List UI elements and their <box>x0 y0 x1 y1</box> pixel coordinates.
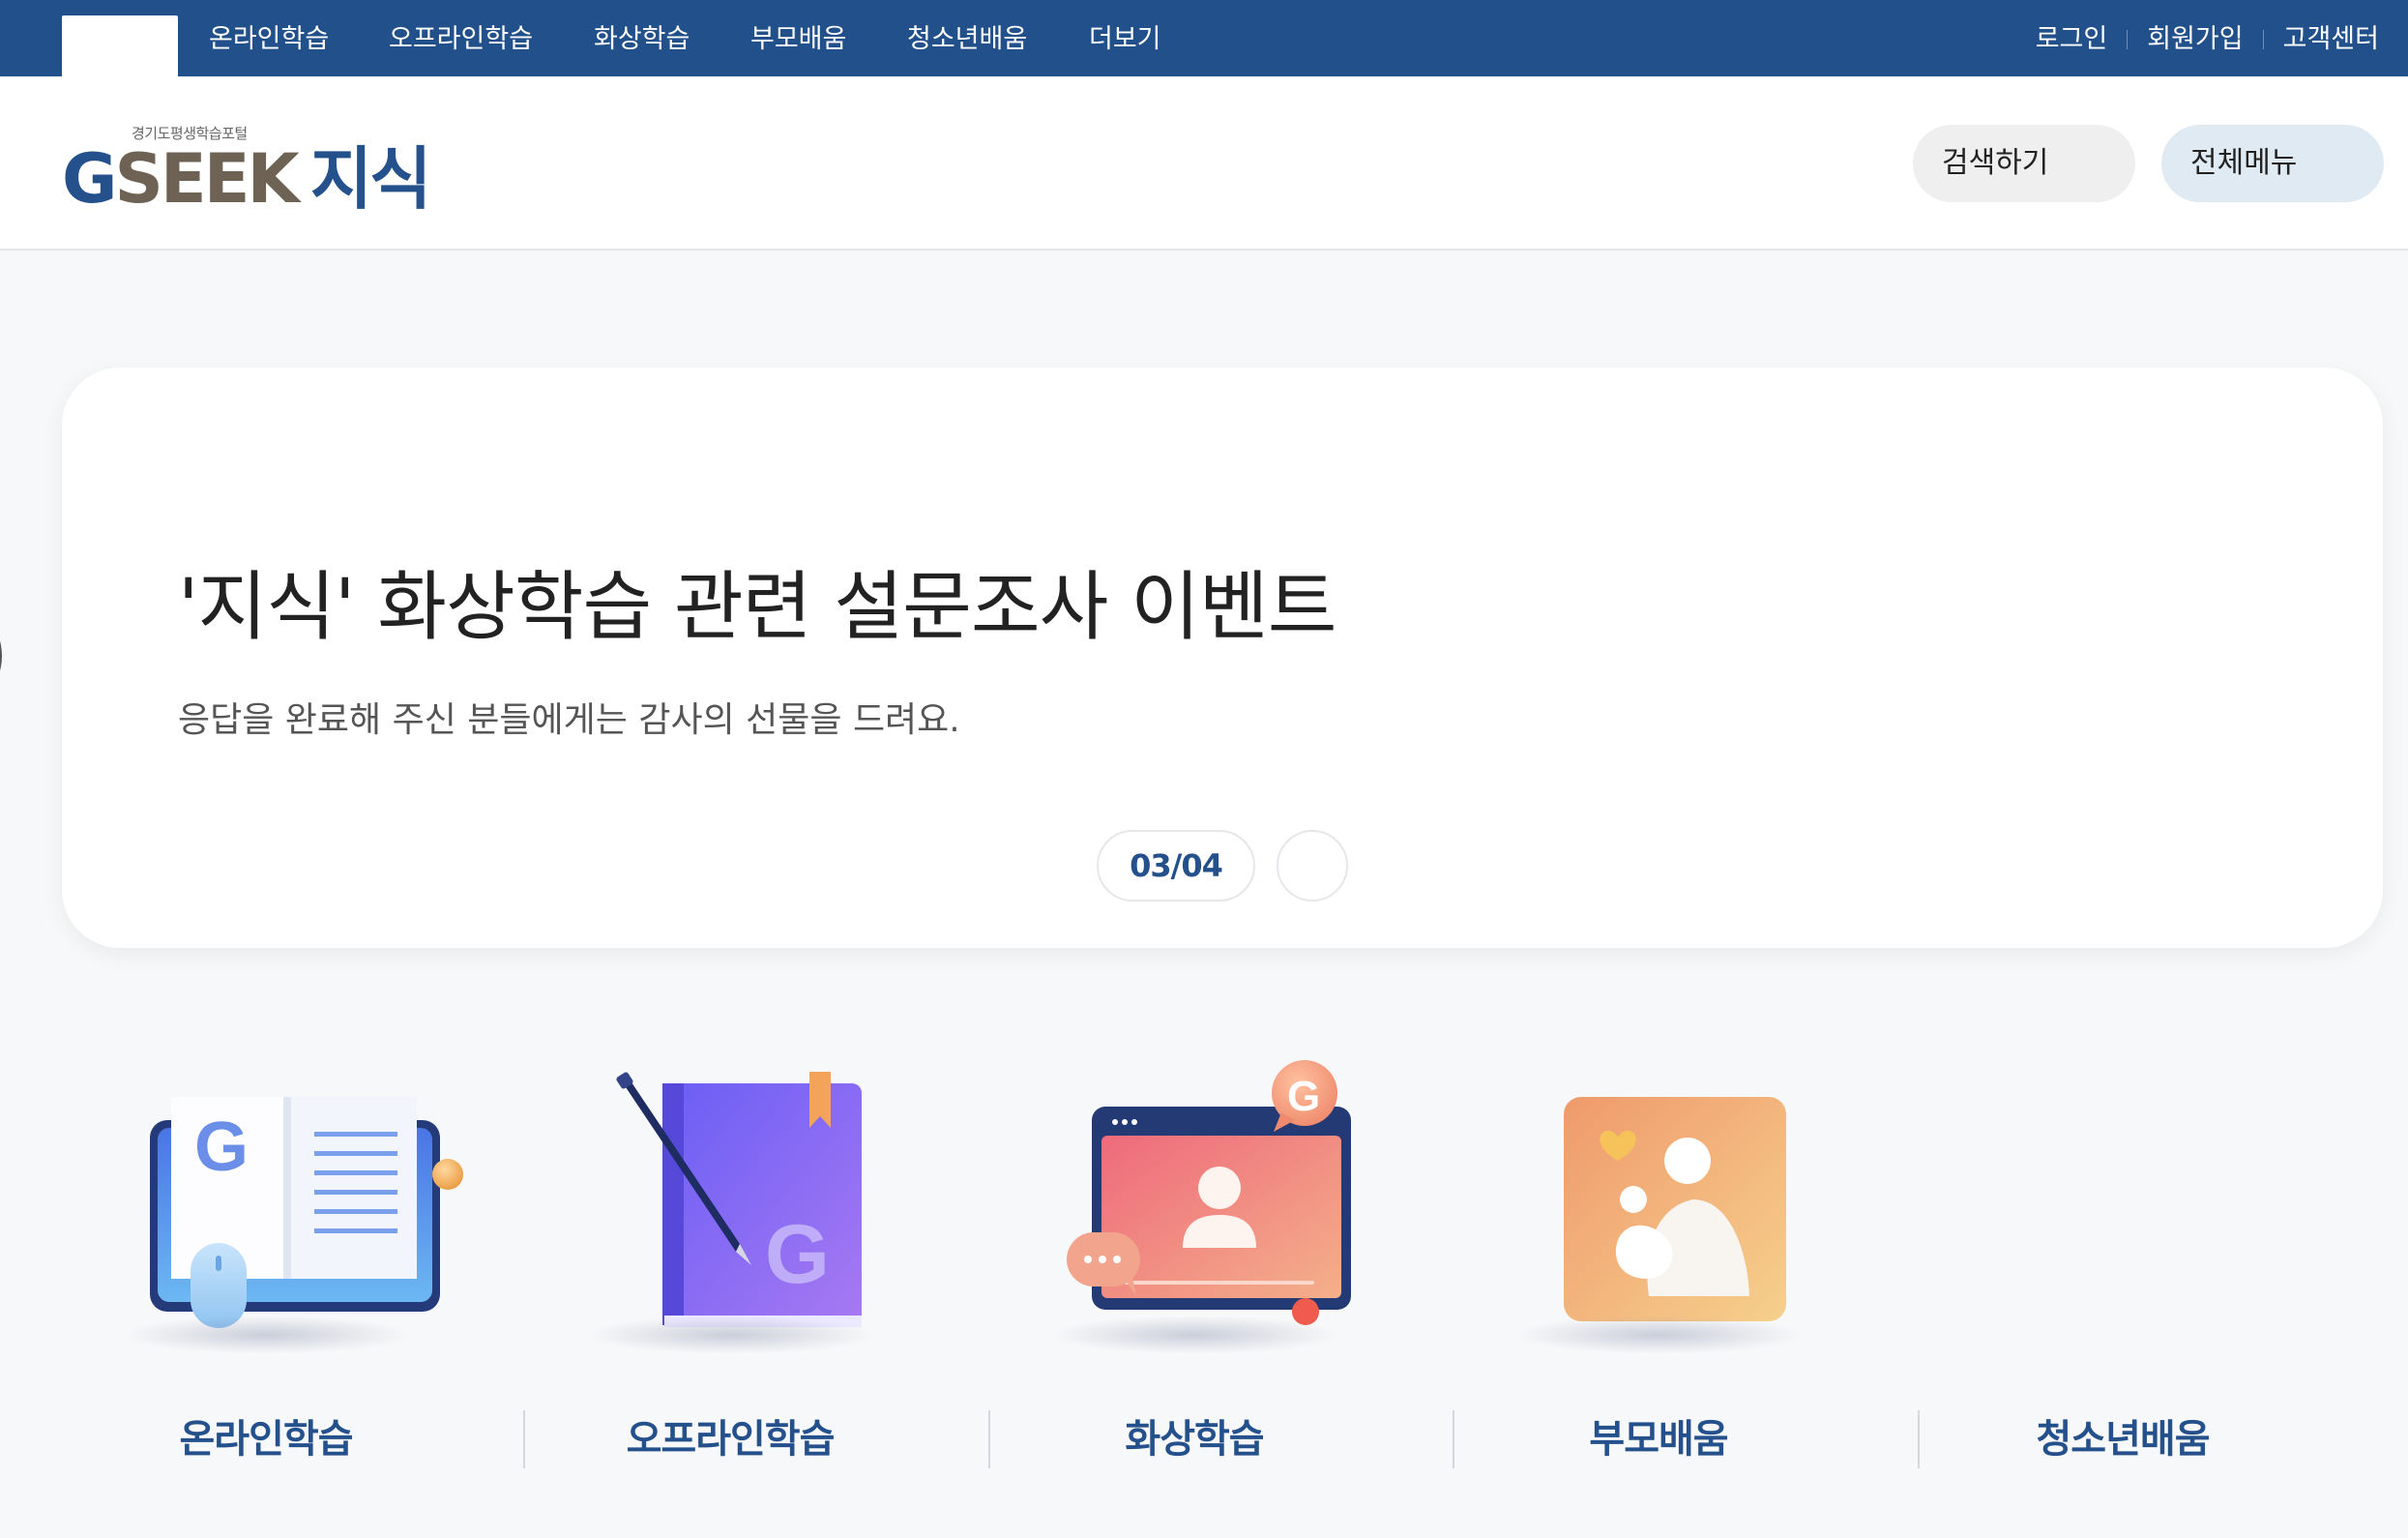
video-call-icon: G <box>962 1054 1426 1383</box>
slide-subline: 응답을 완료해 주신 분들에게는 감사의 선물을 드려요. <box>178 700 960 740</box>
divider <box>2262 30 2264 49</box>
site-header: 경기도평생학습포털 GSEEK 지식 검색하기 전체메뉴 <box>0 76 2408 251</box>
search-button[interactable]: 검색하기 <box>1913 125 2135 202</box>
svg-text:G: G <box>194 1109 249 1186</box>
nav-parent-learning[interactable]: 부모배움 <box>750 23 846 56</box>
nav-more[interactable]: 더보기 <box>1089 23 1161 56</box>
category-parent-learning[interactable]: 부모배움 <box>1426 1054 1891 1470</box>
youth-icon <box>1891 1054 2355 1383</box>
category-label: 부모배움 <box>1589 1417 1728 1462</box>
top-utility-bar: 온라인학습 오프라인학습 화상학습 부모배움 청소년배움 더보기 로그인 회원가… <box>0 0 2408 76</box>
logo-jisik: 지식 <box>309 139 432 219</box>
utility-links: 로그인 회원가입 고객센터 <box>2036 23 2379 56</box>
prev-slide-arrow[interactable] <box>0 598 2 714</box>
signup-link[interactable]: 회원가입 <box>2147 23 2243 56</box>
category-label: 온라인학습 <box>179 1417 354 1462</box>
book-monitor-icon: G <box>34 1054 498 1383</box>
logo-g: G <box>62 139 117 219</box>
nav-youth-learning[interactable]: 청소년배움 <box>907 23 1027 56</box>
nav-offline-learning[interactable]: 오프라인학습 <box>389 23 533 56</box>
parent-child-icon <box>1426 1054 1891 1383</box>
svg-text:G: G <box>1287 1073 1320 1120</box>
logo-wordmark: GSEEK 지식 <box>62 139 432 219</box>
category-video-learning[interactable]: G 화상학습 <box>962 1054 1426 1470</box>
slide-counter: 03/04 <box>1097 830 1255 902</box>
logo-seek: SEEK <box>114 139 299 219</box>
category-offline-learning[interactable]: G 오프라인학습 <box>498 1054 962 1470</box>
customer-center-link[interactable]: 고객센터 <box>2283 23 2379 56</box>
category-youth-learning[interactable]: 청소년배움 <box>1891 1054 2355 1470</box>
nav-online-learning[interactable]: 온라인학습 <box>209 23 329 56</box>
notebook-pen-icon: G <box>498 1054 962 1383</box>
login-link[interactable]: 로그인 <box>2036 23 2108 56</box>
svg-text:G: G <box>765 1208 830 1301</box>
gseek-logo[interactable]: 경기도평생학습포털 GSEEK 지식 <box>62 119 432 216</box>
top-nav: 온라인학습 오프라인학습 화상학습 부모배움 청소년배움 더보기 <box>0 0 1257 76</box>
category-label: 청소년배움 <box>2036 1417 2211 1462</box>
banner-slide[interactable]: '지식' 화상학습 관련 설문조사 이벤트 응답을 완료해 주신 분들에게는 감… <box>62 368 2383 948</box>
slide-pause-button[interactable] <box>1277 830 1348 902</box>
all-menu-button[interactable]: 전체메뉴 <box>2161 125 2384 202</box>
slide-headline: '지식' 화상학습 관련 설문조사 이벤트 <box>178 564 1336 651</box>
divider <box>2127 30 2129 49</box>
category-online-learning[interactable]: G 온라인학습 <box>34 1054 498 1470</box>
nav-video-learning[interactable]: 화상학습 <box>594 23 690 56</box>
category-label: 화상학습 <box>1125 1417 1264 1462</box>
category-label: 오프라인학습 <box>626 1417 836 1462</box>
